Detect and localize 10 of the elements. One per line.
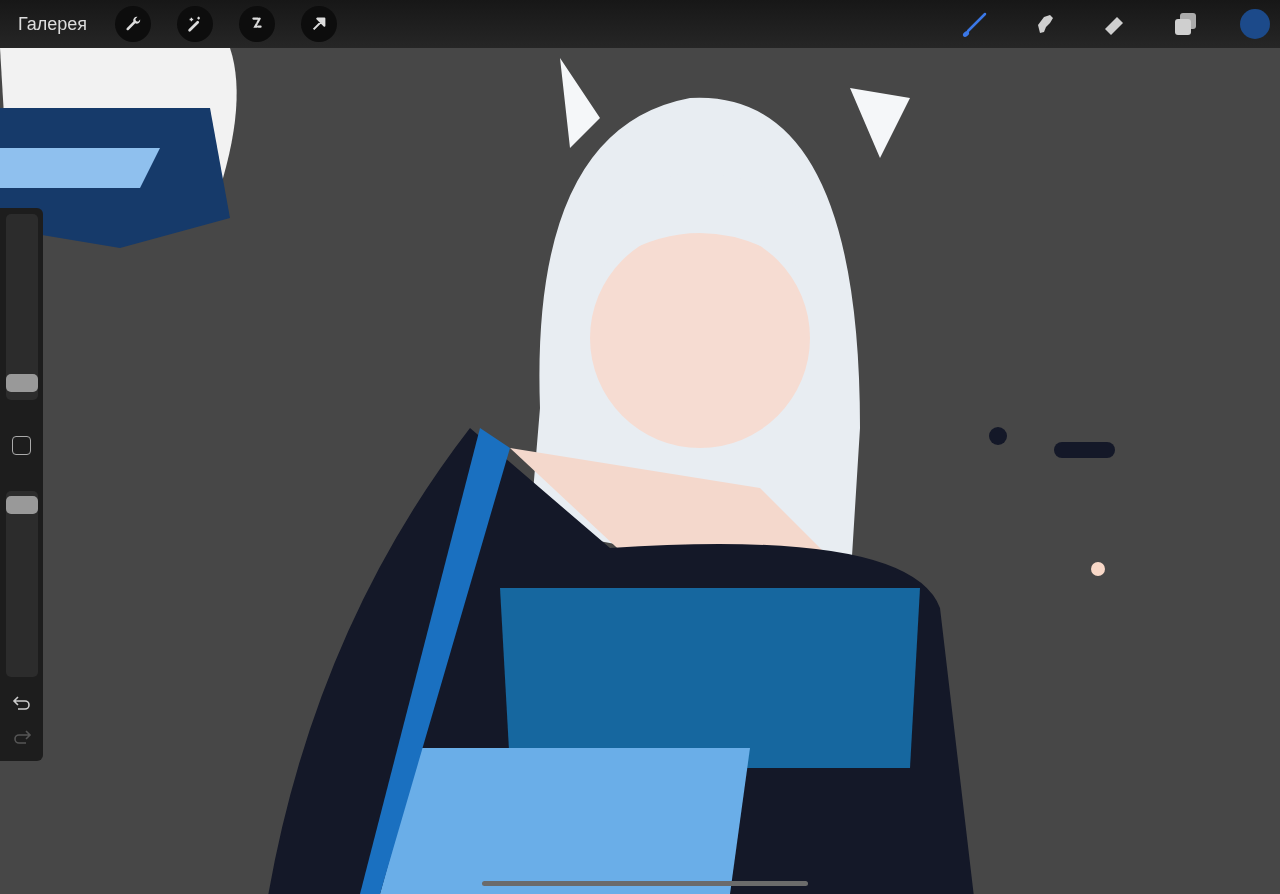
color-swatch[interactable]: [1240, 9, 1270, 39]
magic-wand-icon[interactable]: [177, 6, 214, 42]
wrench-icon[interactable]: [115, 6, 152, 42]
undo-icon[interactable]: [11, 695, 32, 711]
brush-size-slider[interactable]: [5, 214, 38, 400]
eyedropper-button[interactable]: [12, 436, 31, 455]
slider-thumb[interactable]: [5, 496, 38, 515]
opacity-slider[interactable]: [5, 491, 38, 677]
slider-thumb[interactable]: [5, 373, 38, 392]
gallery-button[interactable]: Галерея: [12, 9, 94, 39]
